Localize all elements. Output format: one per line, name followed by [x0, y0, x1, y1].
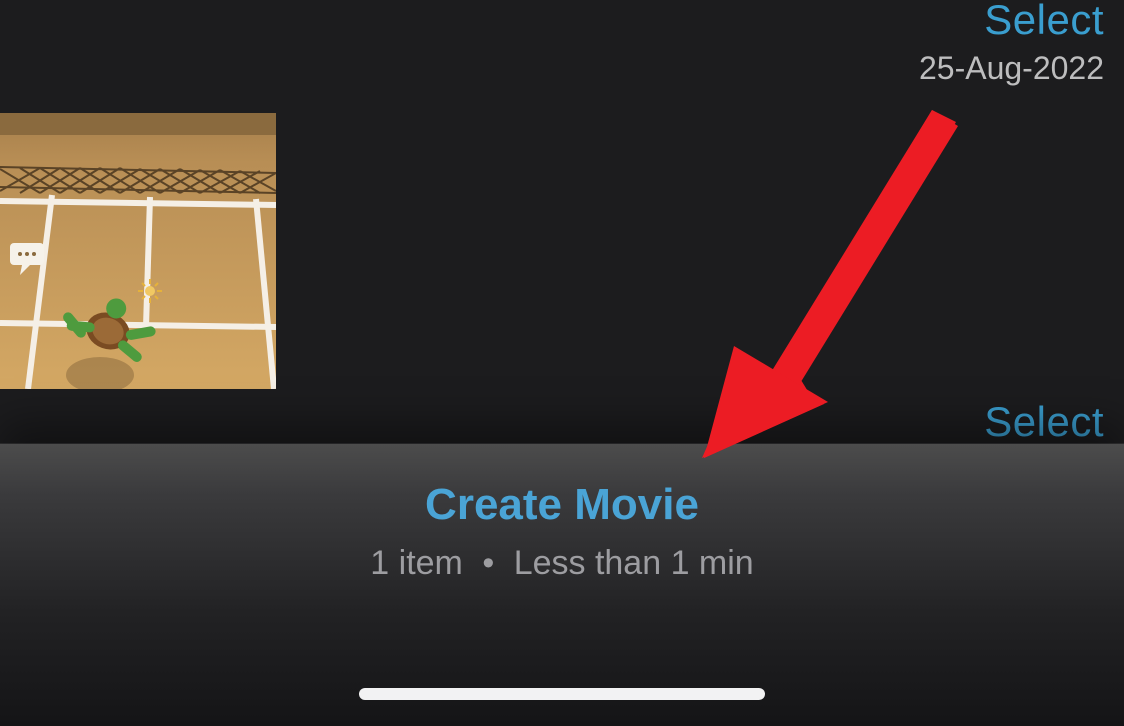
duration-text: Less than 1 min [514, 544, 754, 582]
media-grid [0, 113, 276, 389]
selection-summary-label: 1 item • Less than 1 min [370, 544, 753, 583]
section-date-label: 25-Aug-2022 [919, 50, 1104, 87]
home-indicator[interactable] [359, 688, 765, 700]
create-movie-button[interactable]: Create Movie [425, 480, 699, 530]
annotation-arrow-icon [682, 102, 982, 472]
media-picker-screen: Select 25-Aug-2022 [0, 0, 1124, 726]
media-thumbnail[interactable] [0, 113, 276, 389]
bottom-action-panel: Create Movie 1 item • Less than 1 min [0, 444, 1124, 726]
select-button-secondary[interactable]: Select [984, 398, 1104, 446]
section-header: Select 25-Aug-2022 [919, 0, 1104, 87]
item-count-text: 1 item [370, 544, 463, 582]
separator-dot: • [472, 544, 504, 582]
select-button[interactable]: Select [919, 0, 1104, 44]
